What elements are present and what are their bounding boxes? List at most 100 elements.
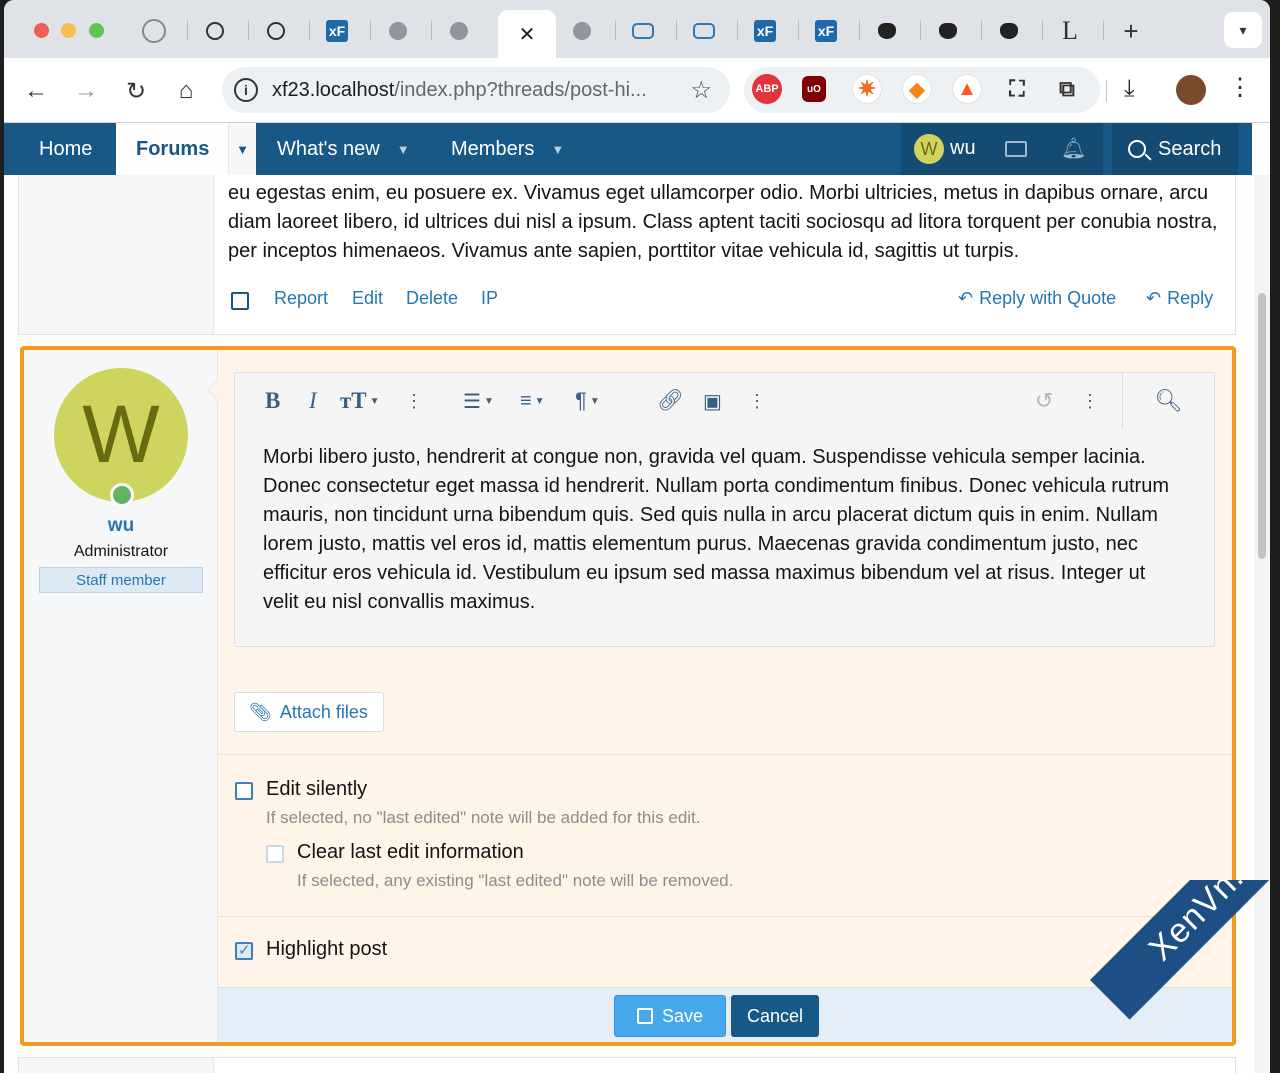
tab-15[interactable] xyxy=(992,14,1026,48)
back-button[interactable]: ← xyxy=(20,75,52,107)
undo-icon[interactable]: ↺ xyxy=(1035,385,1053,417)
sun-extension-icon[interactable]: ✷ xyxy=(852,74,882,104)
link-icon[interactable]: 🔗︎ xyxy=(657,385,684,417)
close-icon[interactable]: ✕ xyxy=(519,22,536,47)
tab-13[interactable] xyxy=(870,14,904,48)
post-username[interactable]: wu xyxy=(24,515,218,537)
edit-silently-hint: If selected, no "last edited" note will … xyxy=(266,808,701,827)
nav-forums[interactable]: Forums ▼ xyxy=(116,123,256,175)
tab-11[interactable]: xF xyxy=(748,14,782,48)
align-left-icon: ≡ xyxy=(520,389,532,412)
tab-12[interactable]: xF xyxy=(809,14,843,48)
list-button[interactable]: ☰ ▼ xyxy=(463,385,494,417)
editor-content[interactable]: Morbi libero justo, hendrerit at congue … xyxy=(263,443,1183,617)
image-icon[interactable]: ▣ xyxy=(703,385,722,417)
profile-avatar[interactable] xyxy=(1176,75,1206,105)
tab-6[interactable] xyxy=(442,14,476,48)
site-info-icon[interactable]: i xyxy=(234,78,258,102)
scrollbar-thumb[interactable] xyxy=(1258,293,1266,559)
maximize-window-button[interactable] xyxy=(89,23,104,38)
bell-icon[interactable]: 🔔︎ xyxy=(1061,136,1086,161)
xenforo-icon: xF xyxy=(815,20,837,42)
edit-silently-checkbox[interactable] xyxy=(235,782,253,800)
report-link[interactable]: Report xyxy=(274,288,328,309)
reload-button[interactable]: ↻ xyxy=(120,75,152,107)
attach-files-button[interactable]: 📎︎ Attach files xyxy=(234,692,384,732)
paragraph-icon: ¶ xyxy=(575,388,587,413)
ublock-icon[interactable]: uO xyxy=(802,76,826,102)
align-button[interactable]: ≡ ▼ xyxy=(520,385,545,417)
paragraph-button[interactable]: ¶ ▼ xyxy=(575,385,600,417)
nav-username[interactable]: wu xyxy=(950,137,976,160)
download-icon[interactable]: ⤓ xyxy=(1124,75,1135,103)
edit-silently-label[interactable]: Edit silently xyxy=(266,778,367,801)
nav-home[interactable]: Home xyxy=(39,123,92,175)
close-window-button[interactable] xyxy=(34,23,49,38)
ip-link[interactable]: IP xyxy=(481,288,498,309)
home-button[interactable]: ⌂ xyxy=(170,75,202,107)
highlight-post-label[interactable]: Highlight post xyxy=(266,938,387,961)
reply-link[interactable]: ↶ Reply xyxy=(1146,288,1213,309)
tab-10[interactable] xyxy=(687,14,721,48)
edit-link[interactable]: Edit xyxy=(352,288,383,309)
reply-with-quote-link[interactable]: ↶ Reply with Quote xyxy=(958,288,1116,309)
chevron-down-icon[interactable]: ▼ xyxy=(397,142,410,157)
highlight-post-checkbox[interactable] xyxy=(235,941,253,960)
user-avatar[interactable]: W xyxy=(914,134,944,164)
reply-icon: ↶ xyxy=(958,288,974,308)
tab-14[interactable] xyxy=(931,14,965,48)
tab-1[interactable] xyxy=(137,14,171,48)
bold-button[interactable]: B xyxy=(265,385,280,417)
clear-edit-label[interactable]: Clear last edit information xyxy=(297,841,524,864)
save-button[interactable]: Save xyxy=(614,995,726,1037)
cancel-button[interactable]: Cancel xyxy=(731,995,819,1037)
address-bar[interactable]: i xf23.localhost/index.php?threads/post-… xyxy=(222,67,730,113)
adblock-plus-icon[interactable]: ABP xyxy=(752,74,782,104)
select-post-checkbox[interactable] xyxy=(231,292,249,310)
nav-members[interactable]: Members ▼ xyxy=(451,123,564,175)
tab-active[interactable]: ✕ xyxy=(498,10,556,58)
tab-4[interactable]: xF xyxy=(320,14,354,48)
browser-toolbar: ← → ↻ ⌂ i xf23.localhost/index.php?threa… xyxy=(4,58,1270,123)
nav-whats-new[interactable]: What's new ▼ xyxy=(277,123,410,175)
user-avatar-large[interactable]: W xyxy=(54,368,188,502)
tab-9[interactable] xyxy=(626,14,660,48)
forward-button[interactable]: → xyxy=(70,75,102,107)
tab-8[interactable] xyxy=(565,14,599,48)
forum-navbar: Home Forums ▼ What's new ▼ Members ▼ W wu … xyxy=(4,123,1252,175)
extensions-puzzle-icon[interactable]: ⧉ xyxy=(1052,74,1082,104)
rich-text-editor[interactable]: B I тT ▼ ⋮ ☰ ▼ ≡ ▼ ¶ ▼ 🔗︎ ▣ ⋮ ↺ ⋮ 🔍︎ Morbi l… xyxy=(234,372,1215,647)
online-status-icon xyxy=(110,483,134,507)
tab-3[interactable] xyxy=(259,14,293,48)
font-size-button[interactable]: тT ▼ xyxy=(340,385,380,417)
clear-edit-checkbox[interactable] xyxy=(266,845,284,863)
more-options-icon[interactable]: ⋮ xyxy=(1081,385,1099,417)
browser-menu-icon[interactable]: ⋮ xyxy=(1228,73,1252,102)
nav-user-area: W wu 🔔︎ xyxy=(901,123,1103,175)
watermark-band: XenVn.Com xyxy=(1090,880,1280,1020)
forums-dropdown-icon[interactable]: ▼ xyxy=(228,123,256,175)
tab-2[interactable] xyxy=(198,14,232,48)
metamask-icon[interactable]: ◆ xyxy=(902,74,932,104)
nav-search[interactable]: Search xyxy=(1112,123,1238,175)
openai-icon xyxy=(206,22,224,40)
delete-link[interactable]: Delete xyxy=(406,288,458,309)
preview-icon[interactable]: 🔍︎ xyxy=(1122,373,1214,429)
brave-extension-icon[interactable]: ▲ xyxy=(952,74,982,104)
tab-5[interactable] xyxy=(381,14,415,48)
watermark: XenVn.Com xyxy=(1080,880,1280,1073)
bookmark-star-icon[interactable]: ☆ xyxy=(690,76,712,105)
mail-icon[interactable] xyxy=(1005,141,1027,157)
url-text[interactable]: xf23.localhost/index.php?threads/post-hi… xyxy=(272,79,647,102)
tab-16[interactable]: L xyxy=(1053,14,1087,48)
more-text-options-icon[interactable]: ⋮ xyxy=(405,385,423,417)
tab-search-button[interactable]: ▾ xyxy=(1224,12,1262,48)
screen-capture-icon[interactable]: ⛶ xyxy=(1002,74,1032,104)
minimize-window-button[interactable] xyxy=(61,23,76,38)
post-body: eu egestas enim, eu posuere ex. Vivamus … xyxy=(228,182,1218,262)
chevron-down-icon[interactable]: ▼ xyxy=(551,142,564,157)
more-insert-options-icon[interactable]: ⋮ xyxy=(748,385,766,417)
new-tab-button[interactable]: + xyxy=(1114,14,1148,48)
italic-button[interactable]: I xyxy=(309,385,317,417)
arrow-right-icon: → xyxy=(74,77,98,104)
